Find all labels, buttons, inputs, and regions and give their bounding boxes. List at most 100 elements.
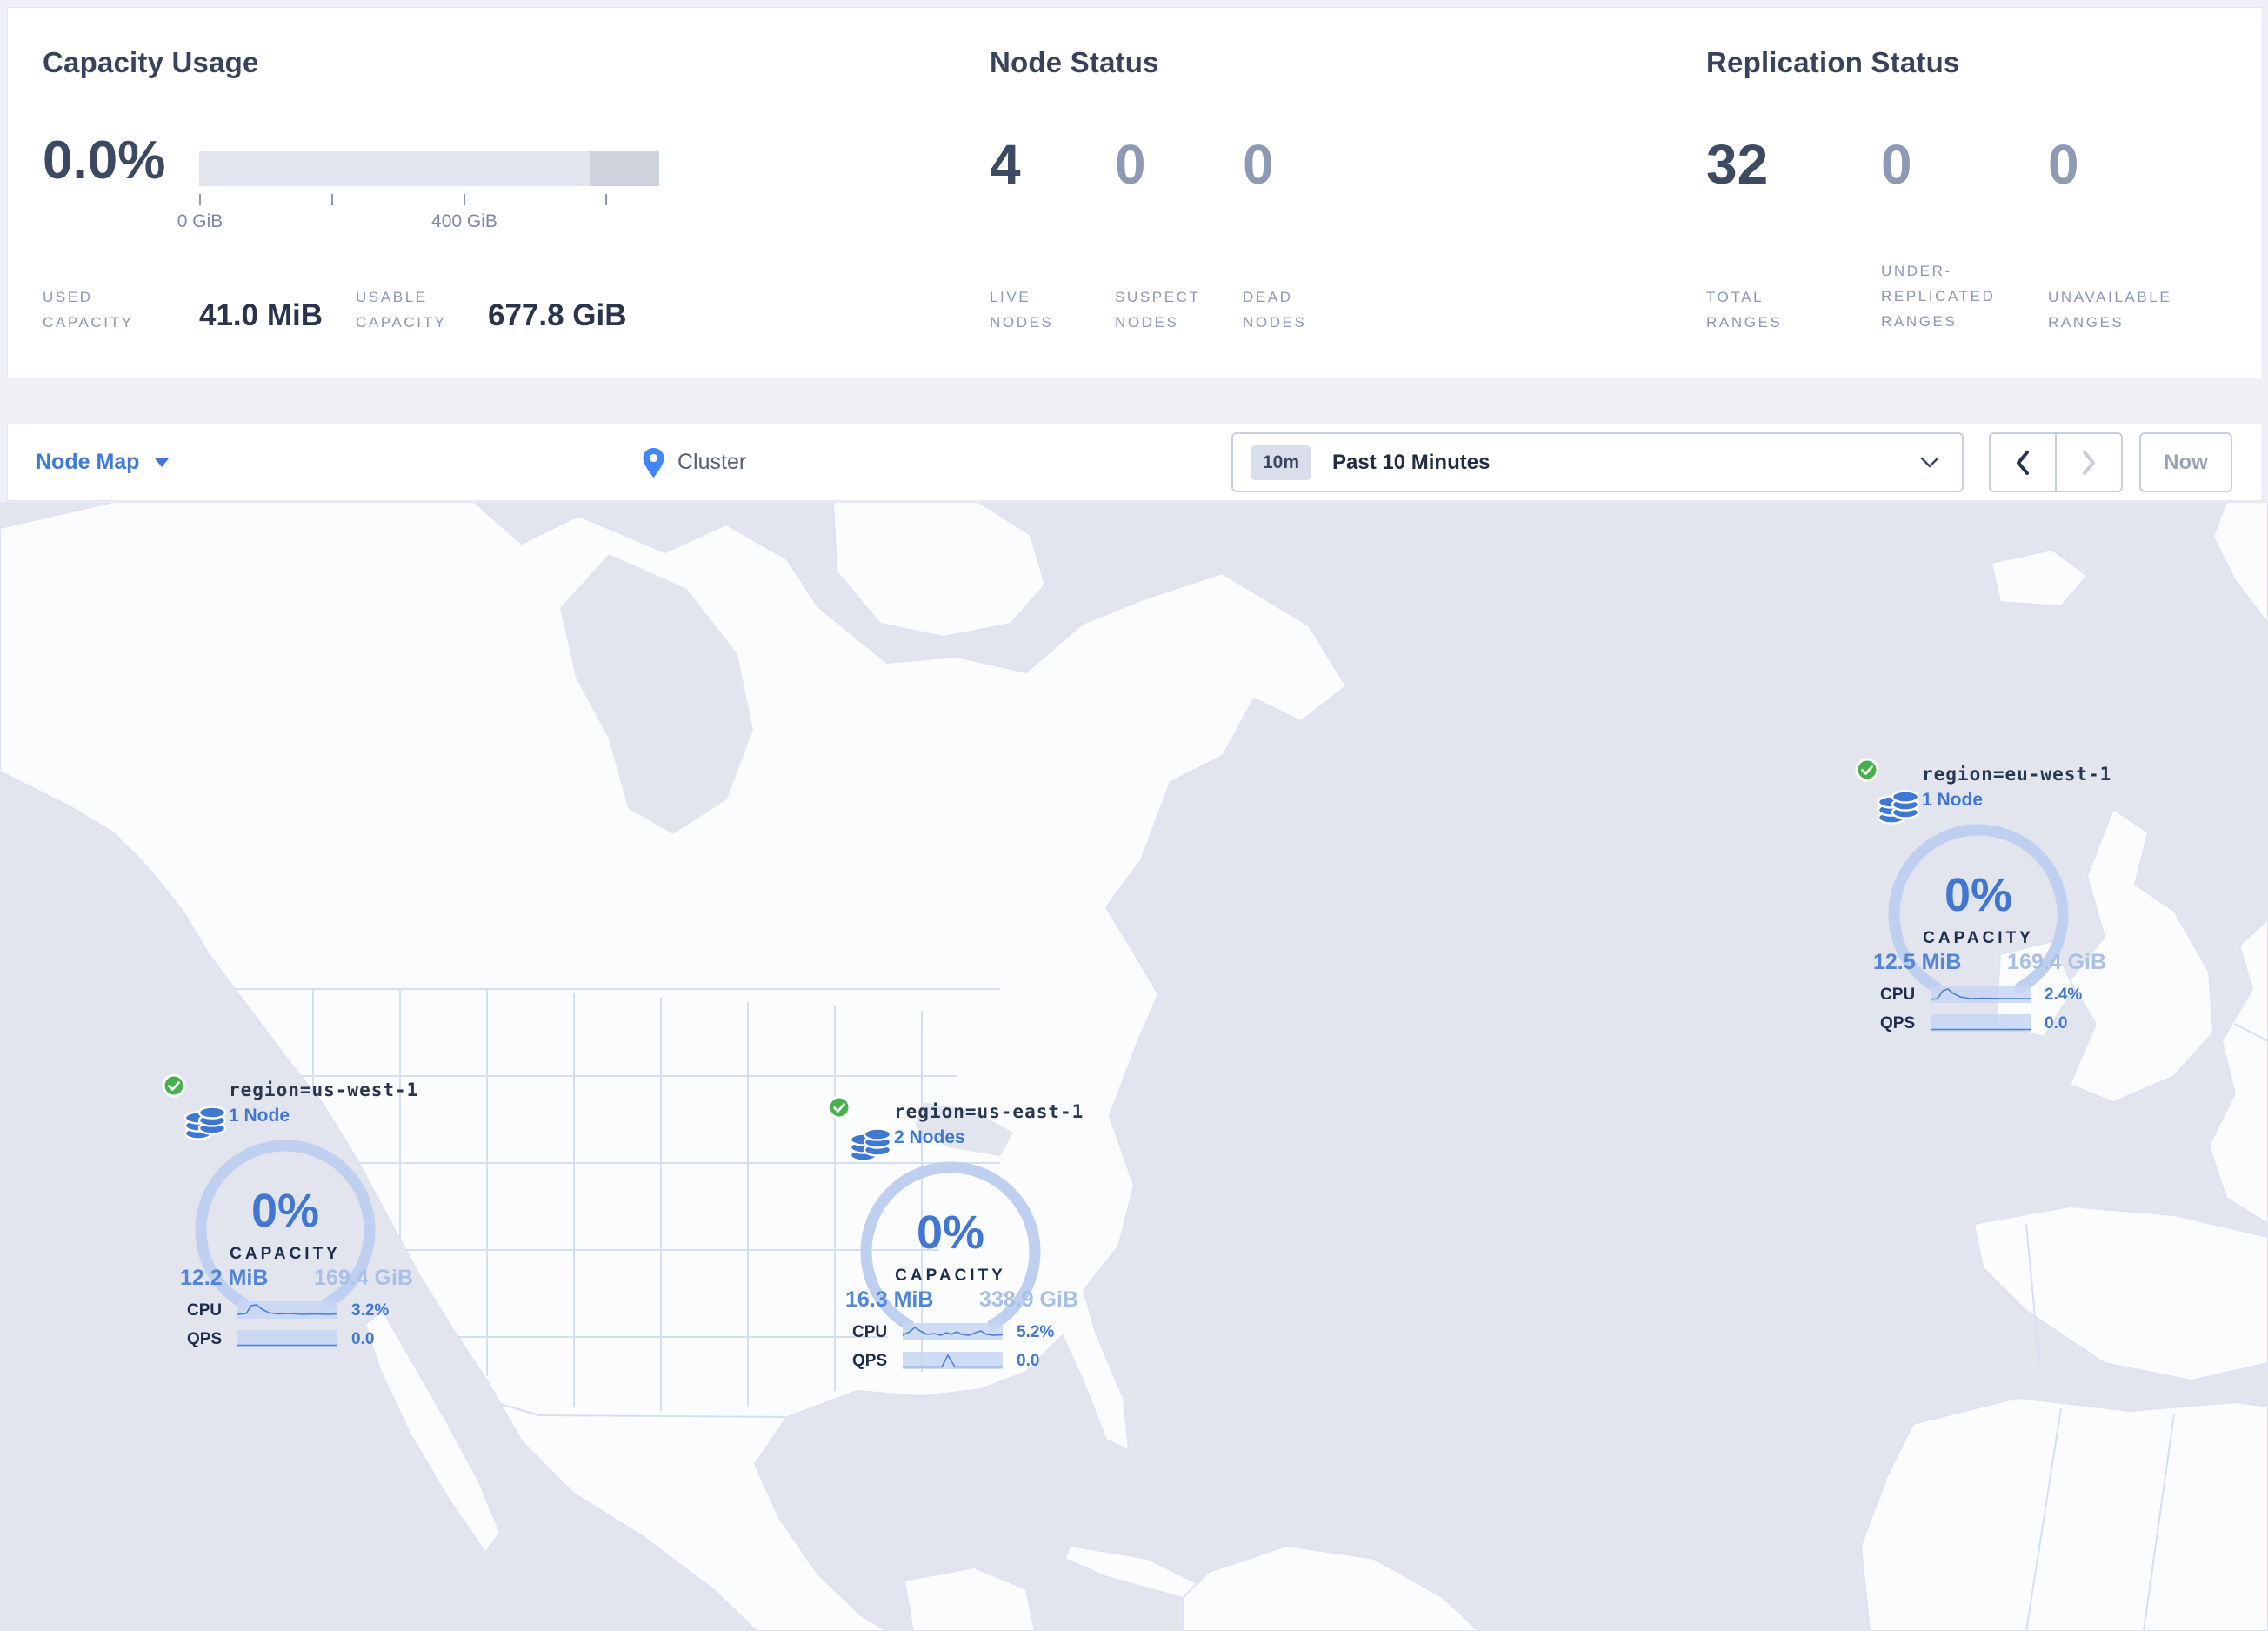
node-status-title: Node Status <box>990 46 1159 78</box>
capacity-values: 12.5 MiB 169.4 GiB <box>1873 950 2106 975</box>
live-nodes-count: 4 <box>990 133 1021 196</box>
unavailable-ranges-label: UNAVAILABLE RANGES <box>2048 289 2172 331</box>
check-circle-icon <box>827 1095 851 1120</box>
used-capacity-value: 41.0 MiB <box>199 298 323 332</box>
cpu-value: 2.4% <box>2045 986 2083 1004</box>
suspect-nodes-label: SUSPECT NODES <box>1115 289 1201 331</box>
map-toolbar: Node Map Cluster 10m Past 10 Minutes Now <box>7 424 2263 501</box>
qps-row: QPS 0.0 <box>187 1329 415 1350</box>
world-map: .land { fill:#fbfcfe; stroke:#dde3f2; st… <box>0 502 2268 1631</box>
cpu-sparkline <box>237 1301 337 1319</box>
region-marker-us-east-1[interactable]: region=us-east-1 2 Nodes 0% CAPACITY 16.… <box>826 1094 1087 1390</box>
now-button[interactable]: Now <box>2139 432 2232 492</box>
capacity-values: 12.2 MiB 169.4 GiB <box>180 1266 413 1291</box>
under-replicated-ranges-count: 0 <box>1881 133 1912 196</box>
chevron-right-icon <box>2083 450 2095 475</box>
used-capacity: 12.5 MiB <box>1873 950 1962 974</box>
breadcrumb-cluster-label: Cluster <box>677 450 747 474</box>
qps-value: 0.0 <box>2045 1014 2068 1033</box>
region-node-count: 1 Node <box>229 1106 290 1126</box>
capacity-usage-bar-end-segment <box>590 151 659 186</box>
unavailable-ranges-count: 0 <box>2048 133 2079 196</box>
cpu-value: 5.2% <box>1017 1323 1055 1341</box>
time-pager <box>1989 432 2123 492</box>
landmass-south-america <box>1182 1545 1479 1631</box>
landmass-cuba <box>1064 1545 1201 1599</box>
capacity-usage-bar <box>199 151 659 186</box>
gauge-percent: 0% <box>1944 869 2013 921</box>
landmass-greenland <box>832 502 1046 638</box>
landmass-north-africa <box>1860 1397 2268 1631</box>
region-marker-eu-west-1[interactable]: region=eu-west-1 1 Node 0% CAPACITY 12.5… <box>1854 757 2115 1053</box>
qps-sparkline <box>1931 1014 2031 1032</box>
region-label: region=eu-west-1 <box>1922 764 2112 785</box>
capacity-used-percent: 0.0% <box>43 130 166 191</box>
usable-capacity-value: 677.8 GiB <box>488 298 627 332</box>
cpu-sparkline <box>903 1323 1003 1340</box>
cpu-label: CPU <box>1880 986 1916 1004</box>
total-ranges-label: TOTAL RANGES <box>1706 289 1783 331</box>
cpu-label: CPU <box>187 1301 223 1320</box>
chevron-down-icon <box>1920 457 1939 467</box>
cpu-row: CPU 2.4% <box>1880 985 2108 1006</box>
view-selector-dropdown[interactable]: Node Map <box>36 424 170 500</box>
cluster-stats-panel: Capacity Usage 0.0% 0 GiB 400 GiB USED C… <box>7 7 2263 378</box>
total-capacity: 169.4 GiB <box>314 1266 413 1290</box>
gauge-percent: 0% <box>250 1185 320 1237</box>
qps-sparkline <box>903 1352 1003 1369</box>
total-capacity: 338.9 GiB <box>979 1287 1078 1312</box>
region-label: region=us-east-1 <box>894 1101 1084 1122</box>
qps-row: QPS 0.0 <box>1880 1013 2108 1034</box>
dead-nodes-label: DEAD NODES <box>1243 289 1307 331</box>
landmass-scandinavia <box>2212 502 2268 625</box>
under-replicated-ranges-label: UNDER-REPLICATED RANGES <box>1881 263 1996 330</box>
capacity-axis-tick <box>331 194 333 205</box>
cpu-row: CPU 3.2% <box>187 1300 415 1321</box>
qps-label: QPS <box>852 1352 888 1370</box>
region-marker-us-west-1[interactable]: region=us-west-1 1 Node 0% CAPACITY 12.2… <box>161 1073 422 1368</box>
gauge-percent: 0% <box>916 1207 985 1259</box>
capacity-axis-tick <box>464 194 465 205</box>
prev-time-button[interactable] <box>1991 434 2057 491</box>
gauge-label: CAPACITY <box>230 1245 341 1263</box>
capacity-axis-tick <box>199 194 201 205</box>
capacity-axis-tick <box>605 194 607 205</box>
region-node-count: 2 Nodes <box>894 1127 965 1147</box>
check-circle-icon <box>162 1073 186 1098</box>
suspect-nodes-count: 0 <box>1115 133 1146 196</box>
qps-sparkline <box>237 1330 337 1347</box>
cpu-sparkline <box>1931 986 2031 1003</box>
view-selector-label: Node Map <box>36 450 140 474</box>
used-capacity: 12.2 MiB <box>180 1266 269 1290</box>
usable-capacity-label: USABLE CAPACITY <box>356 289 447 331</box>
time-range-dropdown[interactable]: 10m Past 10 Minutes <box>1231 432 1964 492</box>
cpu-row: CPU 5.2% <box>852 1322 1080 1343</box>
capacity-values: 16.3 MiB 338.9 GiB <box>845 1287 1078 1313</box>
gauge-label: CAPACITY <box>895 1267 1006 1285</box>
time-range-label: Past 10 Minutes <box>1332 450 1491 474</box>
cpu-value: 3.2% <box>351 1301 390 1320</box>
landmass-iceland <box>1991 549 2088 607</box>
qps-value: 0.0 <box>351 1330 375 1348</box>
used-capacity-label: USED CAPACITY <box>43 289 134 331</box>
capacity-axis-label-400: 400 GiB <box>431 211 497 231</box>
breadcrumb[interactable]: Cluster <box>642 424 746 500</box>
next-time-button[interactable] <box>2057 434 2121 491</box>
landmass-iberia <box>1973 1206 2268 1381</box>
qps-row: QPS 0.0 <box>852 1351 1080 1372</box>
node-map: .land { fill:#fbfcfe; stroke:#dde3f2; st… <box>0 502 2268 1631</box>
chevron-left-icon <box>2017 450 2029 475</box>
total-ranges-count: 32 <box>1706 133 1769 196</box>
live-nodes-label: LIVE NODES <box>990 289 1054 331</box>
landmass-yucatan <box>904 1567 1036 1631</box>
region-node-count: 1 Node <box>1922 790 1984 810</box>
cpu-label: CPU <box>852 1323 888 1341</box>
qps-label: QPS <box>1880 1014 1916 1033</box>
replication-status-title: Replication Status <box>1706 46 1960 78</box>
qps-value: 0.0 <box>1017 1352 1040 1370</box>
cockroachdb-node-map-page: { "header": { "capacity": { "title": "Ca… <box>0 0 2268 1631</box>
total-capacity: 169.4 GiB <box>2007 950 2106 974</box>
capacity-axis-label-0: 0 GiB <box>177 211 223 231</box>
gauge-label: CAPACITY <box>1923 929 2034 947</box>
capacity-usage-title: Capacity Usage <box>43 46 259 78</box>
